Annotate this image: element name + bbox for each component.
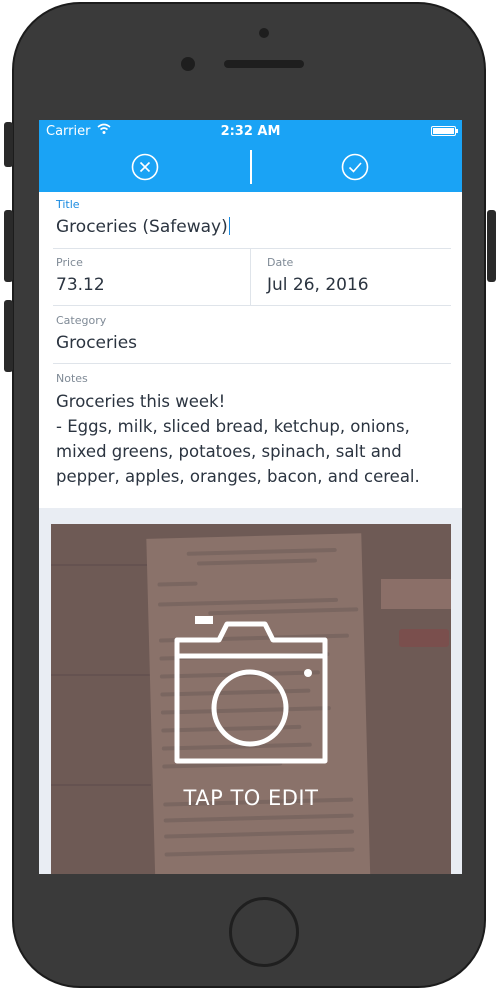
divider [53,248,451,249]
camera-icon[interactable] [165,616,335,766]
price-value: 73.12 [56,275,105,295]
notes-line: Groceries this week! [56,392,226,411]
title-input[interactable]: Groceries (Safeway) [56,217,451,237]
price-field[interactable]: Price 73.12 [56,256,246,295]
background-texture [51,674,151,676]
status-bar: Carrier 2:32 AM [39,120,462,142]
app-screen: Carrier 2:32 AM Title Groceries (Safeway… [39,120,462,874]
background-object [381,579,451,609]
tap-to-edit-label: TAP TO EDIT [183,786,319,810]
notes-line: - Eggs, milk, sliced bread, ketchup, oni… [56,417,410,436]
notes-line: mixed greens, potatoes, spinach, salt an… [56,442,402,461]
notes-text: Groceries this week! - Eggs, milk, slice… [56,389,436,489]
category-value: Groceries [56,333,138,353]
status-time: 2:32 AM [220,124,281,139]
title-value: Groceries (Safeway) [56,217,228,237]
receipt-photo[interactable]: TAP TO EDIT [51,524,451,874]
category-label: Category [56,314,107,327]
front-sensor [259,28,269,38]
background-texture [51,564,151,566]
battery-icon [431,126,458,136]
volume-down-button [4,300,13,372]
checkmark-circle-icon[interactable] [341,153,369,181]
field-divider [250,249,251,305]
earpiece-speaker [224,60,304,68]
home-button[interactable] [229,897,299,967]
background-object [399,629,449,647]
divider [53,305,451,306]
text-cursor [228,217,230,235]
category-field[interactable]: Category Groceries [56,314,451,353]
date-field[interactable]: Date Jul 26, 2016 [267,256,457,295]
notes-line: pepper, apples, oranges, bacon, and cere… [56,467,420,486]
date-label: Date [267,256,294,269]
date-value: Jul 26, 2016 [267,275,369,295]
divider [53,363,451,364]
mute-switch [4,122,13,167]
nav-bar [39,142,462,192]
close-circle-icon[interactable] [131,153,159,181]
notes-label: Notes [56,372,88,385]
nav-divider [250,150,252,184]
title-field[interactable]: Title Groceries (Safeway) [56,198,451,237]
volume-up-button [4,210,13,282]
front-camera [181,57,195,71]
price-label: Price [56,256,83,269]
title-label: Title [56,198,80,211]
notes-field[interactable]: Notes Groceries this week! - Eggs, milk,… [56,372,451,489]
power-button [487,210,496,282]
expense-form: Title Groceries (Safeway) Price 73.12 Da… [39,192,462,508]
